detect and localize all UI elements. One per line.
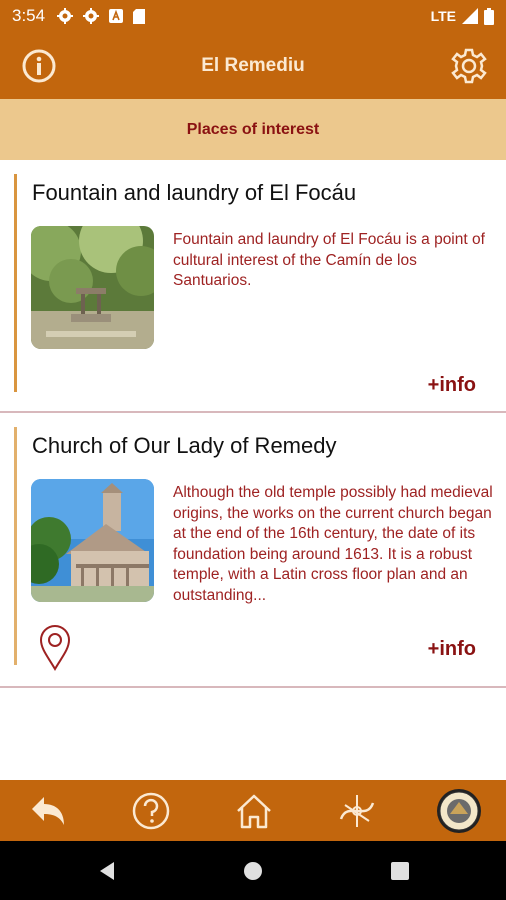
info-icon [22, 49, 56, 83]
place-title: Fountain and laundry of El Focáu [32, 180, 357, 205]
status-bar: 3:54 LTE [0, 0, 506, 32]
settings-icon [451, 48, 487, 84]
gear-icon [83, 8, 100, 24]
card-accent-bar [14, 174, 17, 392]
app-bar: El Remediu [0, 32, 506, 99]
home-icon [237, 794, 271, 829]
nav-recents-icon[interactable] [391, 862, 409, 880]
signal-icon [462, 8, 478, 24]
nav-back-icon[interactable] [98, 861, 116, 881]
gear-icon [57, 8, 74, 24]
a-box-icon [109, 9, 124, 23]
place-card[interactable]: Fountain and laundry of El Focáu Fountai… [0, 160, 506, 413]
camino-logo-button[interactable] [436, 788, 482, 834]
section-title: Places of interest [186, 120, 320, 138]
place-title: Church of Our Lady of Remedy [32, 433, 337, 458]
camino-logo [437, 789, 481, 833]
route-button[interactable] [337, 791, 377, 831]
place-thumbnail[interactable] [31, 226, 154, 349]
home-button[interactable] [234, 791, 274, 831]
status-time: 3:54 [12, 6, 46, 25]
place-card[interactable]: Church of Our Lady of Remedy Although th… [0, 413, 506, 688]
sd-card-icon [133, 8, 146, 24]
location-pin-icon [39, 625, 71, 671]
network-label: LTE [430, 8, 456, 24]
info-button[interactable] [22, 49, 56, 83]
section-header: Places of interest [0, 99, 506, 160]
place-thumbnail[interactable] [31, 479, 154, 602]
bottom-nav [0, 780, 506, 841]
back-icon [32, 797, 64, 825]
settings-button[interactable] [450, 47, 488, 85]
system-navigation-bar [0, 841, 506, 900]
place-description: Although the old temple possibly had med… [173, 484, 493, 604]
route-icon [339, 795, 375, 827]
nav-home-icon[interactable] [243, 861, 263, 881]
battery-icon [484, 7, 494, 25]
back-button[interactable] [28, 791, 68, 831]
more-info-link[interactable]: +info [428, 638, 476, 661]
location-pin-button[interactable] [38, 623, 72, 671]
card-divider [0, 686, 506, 688]
card-accent-bar [14, 427, 17, 665]
help-button[interactable] [131, 791, 171, 831]
more-info-link[interactable]: +info [428, 374, 476, 397]
help-icon [132, 792, 170, 830]
place-description: Fountain and laundry of El Focáu is a po… [173, 231, 485, 289]
app-title: El Remediu [201, 54, 305, 76]
